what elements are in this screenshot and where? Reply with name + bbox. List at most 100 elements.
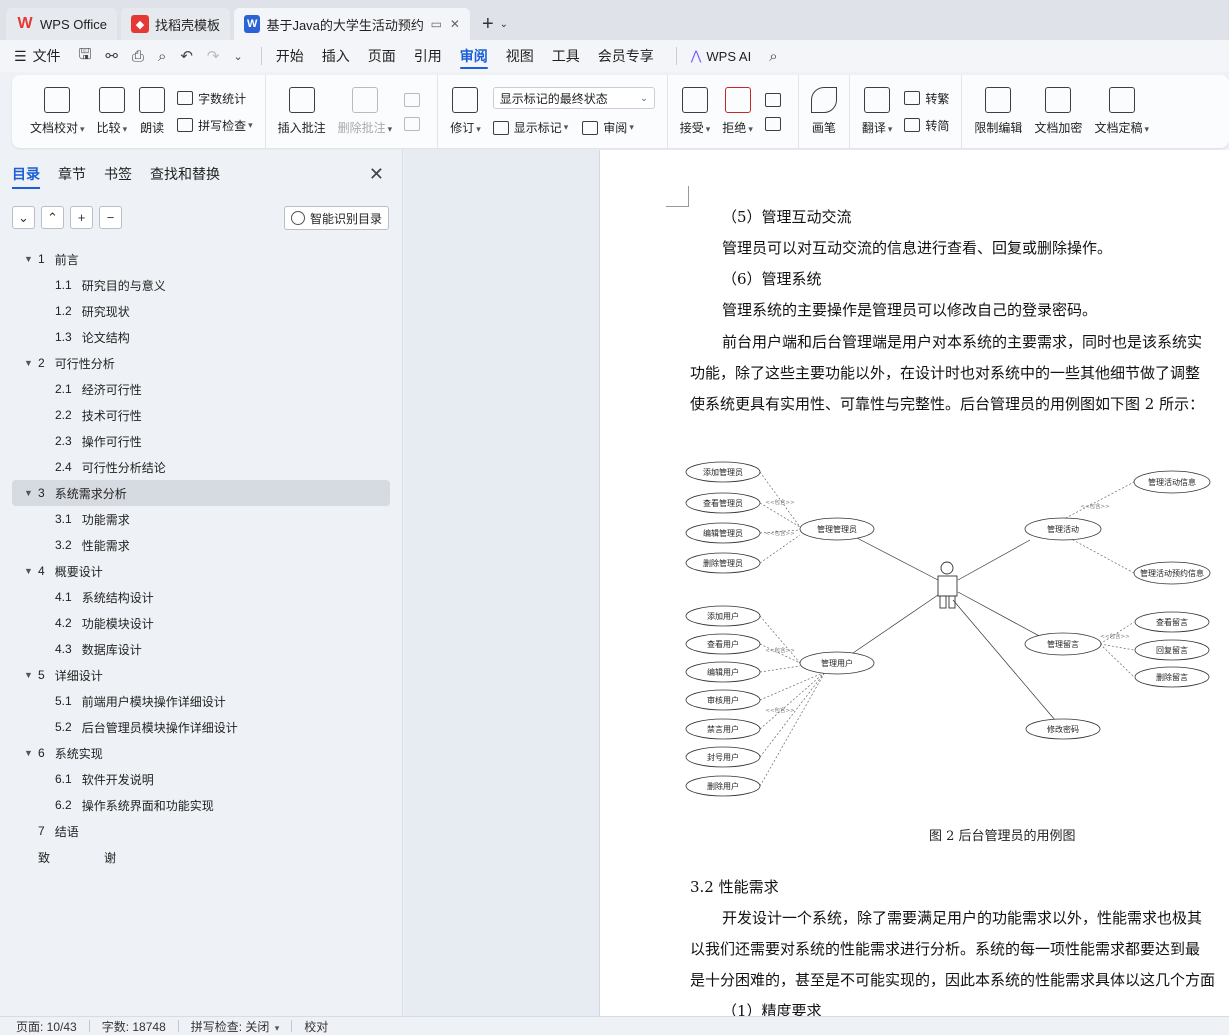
- print-preview-icon[interactable]: ⌕: [158, 48, 166, 65]
- toc-item[interactable]: ▼ 6 系统实现: [12, 740, 390, 766]
- review-pane-button[interactable]: 审阅 ▾: [582, 119, 634, 136]
- wps-ai-button[interactable]: ⋀ WPS AI: [691, 40, 751, 72]
- nav-tab-bookmarks[interactable]: 书签: [104, 164, 132, 184]
- expand-arrow-icon[interactable]: ▼: [24, 670, 38, 680]
- prev-comment-button[interactable]: [404, 92, 425, 107]
- document-page[interactable]: （5）管理互动交流 管理员可以对互动交流的信息进行查看、回复或删除操作。 （6）…: [599, 150, 1229, 1016]
- prev-change-button[interactable]: [764, 92, 786, 107]
- word-count-indicator[interactable]: 字数: 18748: [102, 1018, 166, 1035]
- toc-item[interactable]: 6.2 操作系统界面和功能实现: [12, 792, 390, 818]
- tab-wps-office[interactable]: W WPS Office: [6, 8, 117, 40]
- reject-button[interactable]: 拒绝 ▾: [716, 82, 759, 142]
- nav-tab-find-replace[interactable]: 查找和替换: [150, 164, 220, 184]
- page-indicator[interactable]: 页面: 10/43: [16, 1018, 77, 1035]
- expand-arrow-icon[interactable]: ▼: [24, 488, 38, 498]
- toc-item[interactable]: 4.1 系统结构设计: [12, 584, 390, 610]
- restrict-edit-button[interactable]: 限制编辑: [968, 82, 1028, 142]
- monitor-icon[interactable]: ▭: [431, 17, 442, 31]
- file-menu[interactable]: ☰ 文件: [14, 40, 61, 72]
- tab-daoke-template[interactable]: ◆ 找稻壳模板: [120, 8, 230, 40]
- remove-heading-button[interactable]: −: [99, 206, 122, 229]
- toc-item[interactable]: 2.4 可行性分析结论: [12, 454, 390, 480]
- next-comment-icon: [404, 116, 421, 131]
- spell-check-status[interactable]: 拼写检查: 关闭 ▾: [191, 1018, 280, 1035]
- toc-item[interactable]: 3.2 性能需求: [12, 532, 390, 558]
- save-icon[interactable]: 🖫: [79, 44, 92, 69]
- to-simplified-button[interactable]: 转简: [904, 117, 949, 134]
- finalize-doc-button[interactable]: 文档定稿 ▾: [1088, 82, 1155, 142]
- toc-item[interactable]: 1.2 研究现状: [12, 298, 390, 324]
- undo-icon[interactable]: ↶: [180, 47, 193, 65]
- read-aloud-button[interactable]: 朗读: [133, 82, 171, 142]
- toc-item[interactable]: 1.1 研究目的与意义: [12, 272, 390, 298]
- search-icon[interactable]: ⌕: [769, 48, 777, 65]
- toc-item[interactable]: ▼ 2 可行性分析: [12, 350, 390, 376]
- compare-button[interactable]: 比较 ▾: [91, 82, 134, 142]
- insert-comment-button[interactable]: 插入批注: [272, 82, 332, 142]
- doc-check-button[interactable]: 文档校对 ▾: [24, 82, 91, 142]
- next-change-button[interactable]: [764, 116, 786, 131]
- menu-reference[interactable]: 引用: [414, 40, 442, 72]
- menu-view[interactable]: 视图: [506, 40, 534, 72]
- delete-comment-button[interactable]: 删除批注 ▾: [332, 82, 399, 142]
- markup-mode-select[interactable]: 显示标记的最终状态 ⌄: [492, 87, 655, 109]
- menu-review[interactable]: 审阅: [459, 40, 488, 72]
- toc-item[interactable]: 2.3 操作可行性: [12, 428, 390, 454]
- toc-item[interactable]: 4.2 功能模块设计: [12, 610, 390, 636]
- toc-item[interactable]: ▼ 5 详细设计: [12, 662, 390, 688]
- expand-arrow-icon[interactable]: ▼: [24, 358, 38, 368]
- next-comment-button[interactable]: [404, 116, 425, 131]
- collapse-up-button[interactable]: ⌃: [41, 206, 64, 229]
- track-changes-button[interactable]: 修订 ▾: [444, 82, 487, 142]
- to-traditional-button[interactable]: 转繁: [904, 90, 949, 107]
- more-chevron-icon[interactable]: ⌄: [234, 50, 243, 63]
- menu-tools[interactable]: 工具: [552, 40, 580, 72]
- nav-tab-toc[interactable]: 目录: [12, 164, 40, 189]
- doc-line: 是十分困难的，甚至是不可能实现的，因此本系统的性能需求具体以这几个方面: [690, 971, 1216, 989]
- menu-start[interactable]: 开始: [276, 40, 304, 72]
- expand-down-button[interactable]: ⌄: [12, 206, 35, 229]
- toc-item[interactable]: 3.1 功能需求: [12, 506, 390, 532]
- print-icon[interactable]: ⎙: [132, 48, 144, 65]
- translate-button[interactable]: 翻译 ▾: [856, 82, 899, 142]
- expand-arrow-icon[interactable]: ▼: [24, 748, 38, 758]
- menu-insert[interactable]: 插入: [322, 40, 350, 72]
- menu-page[interactable]: 页面: [368, 40, 396, 72]
- accept-button[interactable]: 接受 ▾: [674, 82, 717, 142]
- toc-item[interactable]: 2.2 技术可行性: [12, 402, 390, 428]
- word-count-button[interactable]: 字数统计: [177, 90, 253, 107]
- new-tab-button[interactable]: + ⌄: [474, 8, 516, 40]
- spell-check-button[interactable]: 拼写检查 ▾: [177, 117, 253, 134]
- nav-tab-chapters[interactable]: 章节: [58, 164, 86, 184]
- toc-item[interactable]: ▼ 4 概要设计: [12, 558, 390, 584]
- toc-item[interactable]: 致谢: [12, 844, 390, 870]
- smart-toc-button[interactable]: 智能识别目录: [283, 206, 389, 230]
- expand-arrow-icon[interactable]: ▼: [24, 566, 38, 576]
- menu-bar: ☰ 文件 🖫 ⚯ ⎙ ⌕ ↶ ↷ ⌄ 开始 插入 页面 引用 审阅 视图 工具 …: [0, 40, 1229, 72]
- expand-arrow-icon[interactable]: ▼: [24, 254, 38, 264]
- add-heading-button[interactable]: +: [70, 206, 93, 229]
- relation-label: <<包含>>: [765, 529, 795, 537]
- ink-button[interactable]: 画笔: [805, 82, 843, 142]
- redo-icon[interactable]: ↷: [207, 47, 220, 65]
- show-marks-button[interactable]: 显示标记 ▾: [492, 119, 568, 136]
- toc-item[interactable]: 5.2 后台管理员模块操作详细设计: [12, 714, 390, 740]
- toc-item[interactable]: 2.1 经济可行性: [12, 376, 390, 402]
- menu-member[interactable]: 会员专享: [598, 40, 654, 72]
- toc-item[interactable]: 1.3 论文结构: [12, 324, 390, 350]
- link-icon[interactable]: ⚯: [105, 47, 118, 65]
- encrypt-doc-button[interactable]: 文档加密: [1028, 82, 1088, 142]
- toc-number: 4.1: [55, 590, 72, 604]
- document-area[interactable]: （5）管理互动交流 管理员可以对互动交流的信息进行查看、回复或删除操作。 （6）…: [404, 150, 1229, 1016]
- toc-item[interactable]: 7 结语: [12, 818, 390, 844]
- toc-item[interactable]: ▼ 3 系统需求分析: [12, 480, 390, 506]
- toc-title: 可行性分析结论: [81, 460, 166, 475]
- tab-document[interactable]: W 基于Java的大学生活动预约系 ▭ ✕: [233, 8, 470, 40]
- proofread-status[interactable]: 校对: [304, 1018, 328, 1035]
- close-icon[interactable]: ✕: [369, 164, 384, 185]
- toc-item[interactable]: ▼ 1 前言: [12, 246, 390, 272]
- toc-item[interactable]: 5.1 前端用户模块操作详细设计: [12, 688, 390, 714]
- toc-item[interactable]: 4.3 数据库设计: [12, 636, 390, 662]
- close-tab-icon[interactable]: ✕: [450, 17, 460, 31]
- toc-item[interactable]: 6.1 软件开发说明: [12, 766, 390, 792]
